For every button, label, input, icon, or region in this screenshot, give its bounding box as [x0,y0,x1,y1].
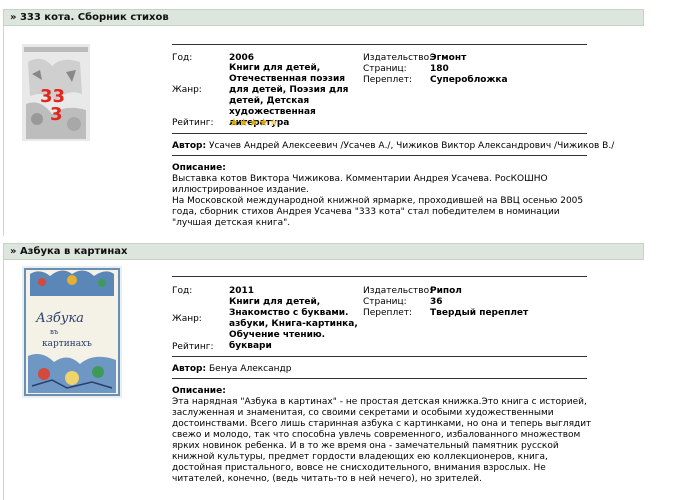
genre-value[interactable]: Книги для детей, Знакомство с буквами. а… [229,297,359,352]
book-title-bar[interactable]: » 333 кота. Сборник стихов [3,9,644,26]
rating-stars: ★★★★★ [229,116,278,129]
divider [172,155,587,156]
author-value[interactable]: Бенуа Александр [209,364,291,374]
publisher-label: Издательство: [363,286,433,296]
star-icon: ★ [258,116,269,129]
pages-value: 36 [430,297,443,307]
author-label: Автор: [172,364,207,374]
binding-value: Твердый переплет [430,308,529,318]
divider [172,133,587,134]
book-cover-image[interactable]: Азбука въ картинахъ [22,266,122,398]
year-label: Год: [172,53,193,63]
divider [172,276,587,277]
description-text: Выставка котов Виктора Чижикова. Коммент… [172,174,584,228]
description-text: Эта нарядная "Азбука в картинах" - не пр… [172,397,592,484]
publisher-value[interactable]: Рипол [430,286,462,297]
star-icon: ★ [238,116,249,129]
star-icon: ★ [229,116,239,129]
description-block: Описание: Выставка котов Виктора Чижиков… [172,163,592,229]
binding-label: Переплет: [363,75,413,85]
year-label: Год: [172,286,193,296]
binding-value: Суперобложка [430,75,508,85]
pages-label: Страниц: [363,64,407,74]
author-value[interactable]: Усачев Андрей Алексеевич /Усачев А./, Чи… [209,141,614,151]
binding-label: Переплет: [363,308,413,318]
rating-label: Рейтинг: [172,118,214,128]
book-card: » 333 кота. Сборник стихов 33 3 Год: 200… [0,0,677,240]
publisher-label: Издательство: [363,53,433,63]
divider [172,44,587,45]
svg-text:въ: въ [50,328,59,336]
rating-label: Рейтинг: [172,342,214,352]
divider [172,356,587,357]
star-icon: ★ [268,116,279,129]
description-label: Описание: [172,163,226,173]
divider [172,378,587,379]
book-title-bar[interactable]: » Азбука в картинах [3,243,644,260]
genre-label: Жанр: [172,314,202,324]
author-line: Автор: Усачев Андрей Алексеевич /Усачев … [172,141,614,151]
pages-label: Страниц: [363,297,407,307]
book-cover-image[interactable]: 33 3 [22,44,90,141]
book-card: » Азбука в картинах Азбука въ картинахъ … [0,240,677,500]
book-title-link[interactable]: » 333 кота. Сборник стихов [10,12,169,23]
pages-value: 180 [430,64,449,74]
star-icon: ★ [248,116,259,129]
year-value: 2011 [229,286,255,296]
book-title-link[interactable]: » Азбука в картинах [10,246,127,257]
description-label: Описание: [172,386,226,396]
description-block: Описание: Эта нарядная "Азбука в картина… [172,386,592,485]
genre-label: Жанр: [172,85,202,95]
author-label: Автор: [172,141,207,151]
svg-text:Азбука: Азбука [35,311,84,326]
publisher-value[interactable]: Эгмонт [430,53,466,64]
svg-text:картинахъ: картинахъ [42,339,92,349]
author-line: Автор: Бенуа Александр [172,364,291,374]
svg-text:3: 3 [50,104,63,125]
